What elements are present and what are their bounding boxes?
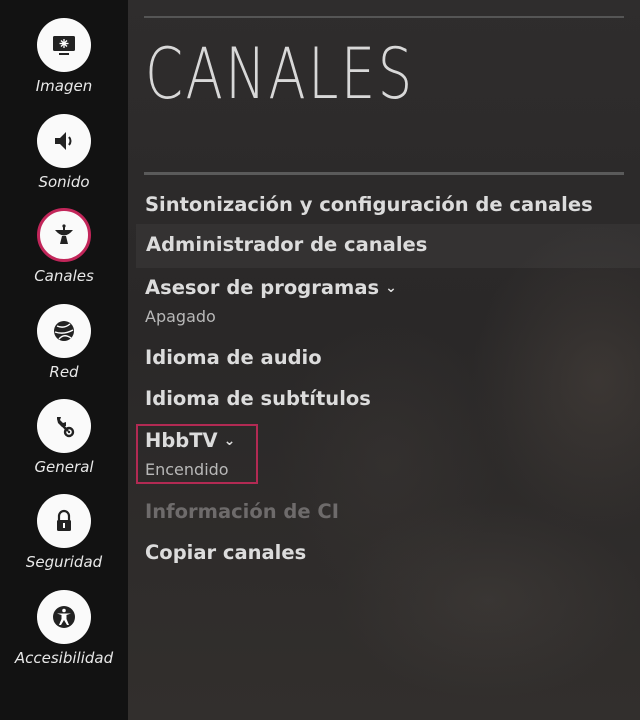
menu-item-asesor-programas[interactable]: Asesor de programas ⌄ xyxy=(145,276,397,299)
menu-item-label: Asesor de programas xyxy=(145,276,380,299)
sidebar-item-sonido[interactable]: Sonido xyxy=(0,114,128,209)
divider xyxy=(144,16,624,18)
chevron-down-icon: ⌄ xyxy=(223,433,236,449)
sidebar-item-canales[interactable]: Canales xyxy=(0,208,128,303)
menu-item-copiar-canales[interactable]: Copiar canales xyxy=(145,541,306,564)
sidebar: Imagen Sonido Canales Red General Seguri… xyxy=(0,0,128,720)
menu-item-hbbtv[interactable]: HbbTV ⌄ xyxy=(145,429,235,452)
menu-item-informacion-ci: Información de CI xyxy=(145,500,339,523)
satellite-dish-icon xyxy=(37,208,91,262)
menu-item-sintonizacion[interactable]: Sintonización y configuración de canales xyxy=(145,193,593,216)
sidebar-item-label: Imagen xyxy=(35,77,93,95)
lock-icon xyxy=(37,494,91,548)
sidebar-item-seguridad[interactable]: Seguridad xyxy=(0,494,128,589)
page-title: CANALES xyxy=(145,33,415,115)
menu-item-idioma-audio[interactable]: Idioma de audio xyxy=(145,346,322,369)
sidebar-item-label: Red xyxy=(49,363,79,381)
sidebar-item-label: Sonido xyxy=(38,173,90,191)
menu-item-value: Encendido xyxy=(145,460,229,479)
picture-icon xyxy=(37,18,91,72)
sidebar-item-label: Seguridad xyxy=(25,553,103,571)
sidebar-item-label: Accesibilidad xyxy=(14,649,114,667)
sidebar-item-label: General xyxy=(34,458,94,476)
speaker-icon xyxy=(37,114,91,168)
menu-item-idioma-subtitulos[interactable]: Idioma de subtítulos xyxy=(145,387,371,410)
globe-icon xyxy=(37,304,91,358)
sidebar-item-imagen[interactable]: Imagen xyxy=(0,18,128,113)
sidebar-item-label: Canales xyxy=(34,267,94,285)
menu-item-label: HbbTV xyxy=(145,429,218,452)
chevron-down-icon: ⌄ xyxy=(385,280,397,296)
accessibility-icon xyxy=(37,590,91,644)
settings-tools-icon xyxy=(37,399,91,453)
divider xyxy=(144,172,624,175)
sidebar-item-general[interactable]: General xyxy=(0,399,128,494)
sidebar-item-accesibilidad[interactable]: Accesibilidad xyxy=(0,590,128,685)
sidebar-item-red[interactable]: Red xyxy=(0,304,128,399)
menu-item-value: Apagado xyxy=(145,307,216,326)
menu-item-administrador[interactable]: Administrador de canales xyxy=(146,233,427,256)
